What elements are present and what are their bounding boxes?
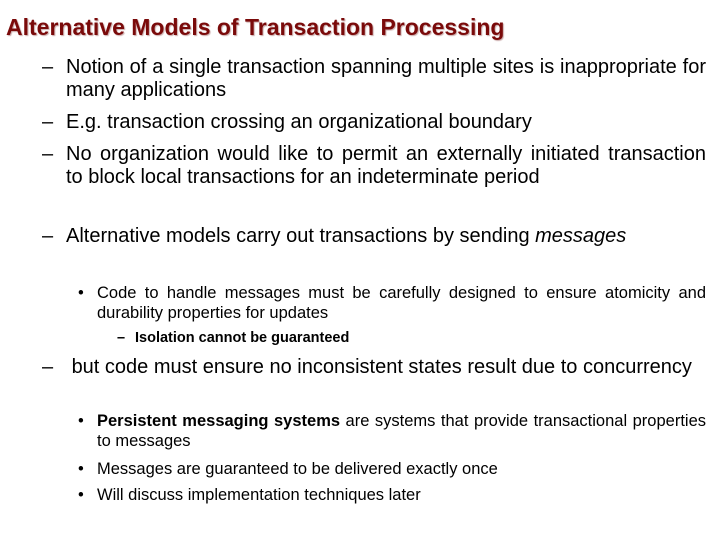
sub-bullet-item: • Code to handle messages must be carefu… xyxy=(78,283,706,323)
bullet-text: E.g. transaction crossing an organizatio… xyxy=(66,111,532,133)
sub-bullet-text: Messages are guaranteed to be delivered … xyxy=(97,460,498,478)
slide-title: Alternative Models of Transaction Proces… xyxy=(6,14,505,40)
bullet-dot-marker: • xyxy=(78,460,84,478)
sub-bullet-text-bold: Persistent messaging systems xyxy=(97,412,341,430)
sub-sub-bullet-item: – Isolation cannot be guaranteed xyxy=(117,329,677,347)
sub-bullet-item: • Messages are guaranteed to be delivere… xyxy=(78,459,706,479)
bullet-text: No organization would like to permit an … xyxy=(66,143,718,188)
bullet-item: – but code must ensure no inconsistent s… xyxy=(42,356,706,379)
bullet-text-emphasis: messages xyxy=(535,225,627,247)
bullet-text: but code must ensure no inconsistent sta… xyxy=(66,356,692,378)
sub-bullet-item: • Persistent messaging systems are syste… xyxy=(78,411,706,451)
dash-marker: – xyxy=(42,56,54,78)
dash-marker: – xyxy=(42,225,54,247)
bullet-text-plain: Alternative models carry out transaction… xyxy=(66,225,536,247)
dash-marker: – xyxy=(117,330,126,346)
sub-sub-bullet-text: Isolation cannot be guaranteed xyxy=(135,330,350,346)
dash-marker: – xyxy=(42,111,54,133)
bullet-item: – Notion of a single transaction spannin… xyxy=(42,56,706,102)
bullet-text: Notion of a single transaction spanning … xyxy=(66,56,706,101)
bullet-dot-marker: • xyxy=(78,284,84,302)
sub-bullet-text: Persistent messaging systems are systems… xyxy=(97,411,706,451)
sub-bullet-item: • Will discuss implementation techniques… xyxy=(78,485,706,505)
dash-marker: – xyxy=(42,356,54,378)
bullet-dot-marker: • xyxy=(78,412,84,430)
dash-marker: – xyxy=(42,143,54,165)
bullet-text: Alternative models carry out transaction… xyxy=(66,225,706,248)
sub-bullet-text: Code to handle messages must be carefull… xyxy=(97,284,706,322)
sub-bullet-text: Will discuss implementation techniques l… xyxy=(97,486,421,504)
bullet-item: – E.g. transaction crossing an organizat… xyxy=(42,111,706,134)
bullet-item: – No organization would like to permit a… xyxy=(42,143,706,189)
bullet-item: – Alternative models carry out transacti… xyxy=(42,225,706,248)
bullet-dot-marker: • xyxy=(78,486,84,504)
